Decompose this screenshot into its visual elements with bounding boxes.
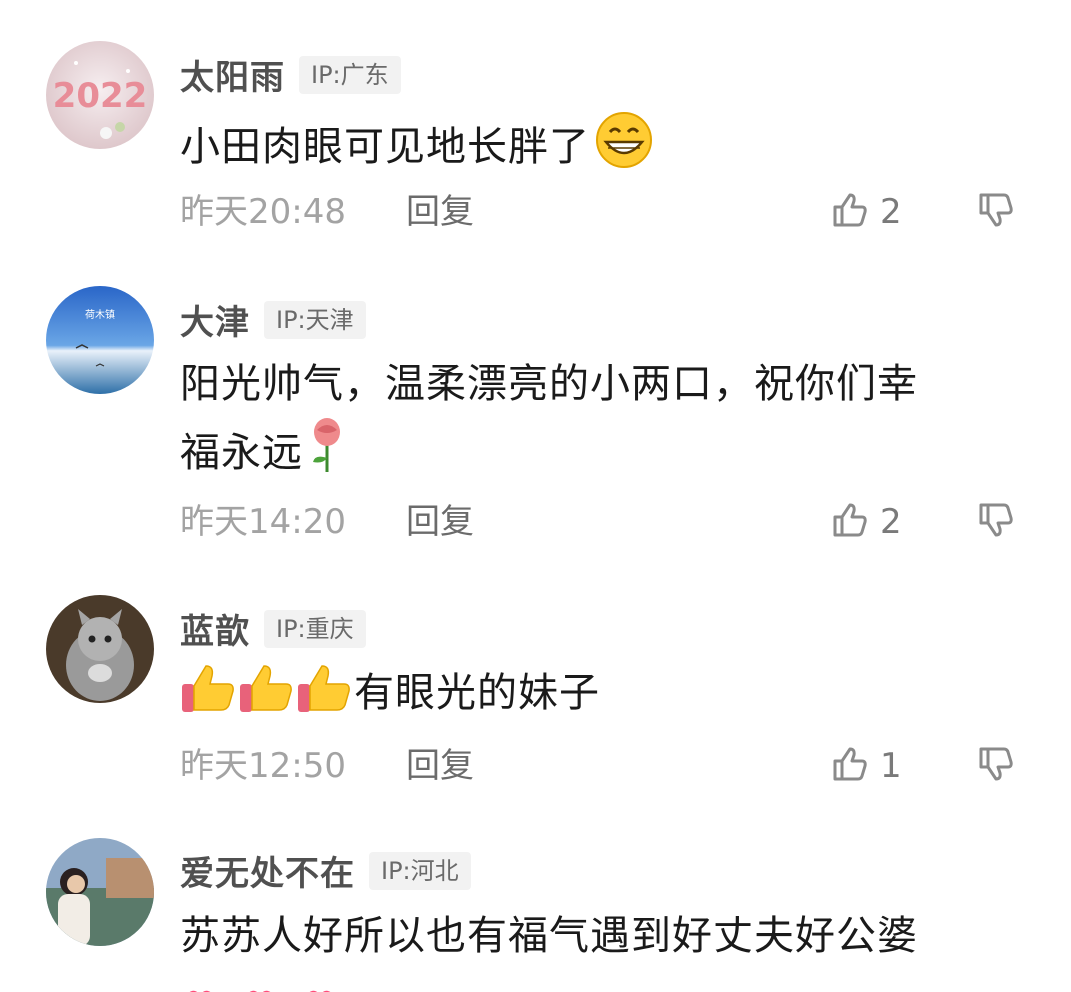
timestamp: 昨天12:50: [180, 746, 346, 786]
username[interactable]: 太阳雨: [180, 50, 285, 99]
ip-location-badge: IP:重庆: [264, 609, 366, 648]
avatar-text: 荷木镇: [85, 308, 115, 321]
like-count: 2: [880, 502, 902, 542]
thumbs-down-icon: [976, 744, 1016, 788]
comment-item: 2022 太阳雨 IP:广东 小田肉眼可见地长胖了 昨天20:48 回复 2: [0, 0, 1071, 260]
comment-meta: 昨天12:50 回复 1: [180, 744, 1040, 788]
like-button[interactable]: 2: [830, 190, 902, 234]
thumbs-up-emoji-icon: [296, 660, 354, 716]
comment-header: 爱无处不在 IP:河北: [180, 846, 471, 895]
username[interactable]: 蓝歆: [180, 604, 250, 653]
username[interactable]: 爱无处不在: [180, 846, 355, 895]
comment-body: 小田肉眼可见地长胖了: [180, 124, 590, 170]
avatar[interactable]: 2022: [46, 41, 154, 149]
thumbs-up-icon: [830, 500, 870, 544]
comment-item: 爱无处不在 IP:河北 苏苏人好所以也有福气遇到好丈夫好公婆: [0, 830, 1071, 992]
avatar[interactable]: 荷木镇: [46, 286, 154, 394]
comment-body-line: 福永远: [180, 430, 303, 476]
comment-body-line: 阳光帅气，温柔漂亮的小两口，祝你们幸: [180, 361, 918, 407]
reply-button[interactable]: 回复: [406, 744, 474, 788]
comment-text: 小田肉眼可见地长胖了: [180, 110, 1000, 179]
reply-button[interactable]: 回复: [406, 500, 474, 544]
grinning-face-emoji-icon: [594, 110, 654, 170]
sparkling-heart-emoji-icon: [180, 983, 220, 992]
thumbs-up-emoji-icon: [180, 660, 238, 716]
rose-emoji-icon: [307, 416, 347, 476]
avatar[interactable]: [46, 838, 154, 946]
ip-location-badge: IP:广东: [299, 55, 401, 94]
timestamp: 昨天20:48: [180, 192, 346, 232]
like-button[interactable]: 2: [830, 500, 902, 544]
comment-item: 荷木镇 大津 IP:天津 阳光帅气，温柔漂亮的小两口，祝你们幸 福永远 昨天14…: [0, 270, 1071, 570]
comment-header: 太阳雨 IP:广东: [180, 50, 401, 99]
like-button[interactable]: 1: [830, 744, 902, 788]
sparkling-heart-emoji-icon: [300, 983, 340, 992]
thumbs-down-icon: [976, 500, 1016, 544]
dislike-button[interactable]: [976, 190, 1016, 234]
comment-meta: 昨天14:20 回复 2: [180, 500, 1040, 544]
timestamp: 昨天14:20: [180, 502, 346, 542]
reply-button[interactable]: 回复: [406, 190, 474, 234]
username[interactable]: 大津: [180, 295, 250, 344]
ip-location-badge: IP:河北: [369, 851, 471, 890]
thumbs-up-emoji-icon: [238, 660, 296, 716]
avatar-text: 2022: [53, 76, 148, 116]
dislike-button[interactable]: [976, 744, 1016, 788]
sparkling-heart-emoji-icon: [240, 983, 280, 992]
like-count: 2: [880, 192, 902, 232]
comment-text: 阳光帅气，温柔漂亮的小两口，祝你们幸 福永远: [180, 352, 1000, 485]
comment-text: 有眼光的妹子: [180, 660, 1000, 725]
comment-header: 蓝歆 IP:重庆: [180, 604, 366, 653]
comment-header: 大津 IP:天津: [180, 295, 366, 344]
ip-location-badge: IP:天津: [264, 300, 366, 339]
thumbs-up-icon: [830, 190, 870, 234]
comment-text: 苏苏人好所以也有福气遇到好丈夫好公婆: [180, 904, 1000, 992]
comment-meta: 昨天20:48 回复 2: [180, 190, 1040, 234]
dislike-button[interactable]: [976, 500, 1016, 544]
thumbs-up-icon: [830, 744, 870, 788]
like-count: 1: [880, 746, 902, 786]
comment-body: 有眼光的妹子: [354, 670, 600, 716]
comment-body: 苏苏人好所以也有福气遇到好丈夫好公婆: [180, 913, 918, 959]
thumbs-down-icon: [976, 190, 1016, 234]
comment-item: 蓝歆 IP:重庆 有眼光的妹子 昨天12:50 回复 1: [0, 580, 1071, 820]
avatar[interactable]: [46, 595, 154, 703]
